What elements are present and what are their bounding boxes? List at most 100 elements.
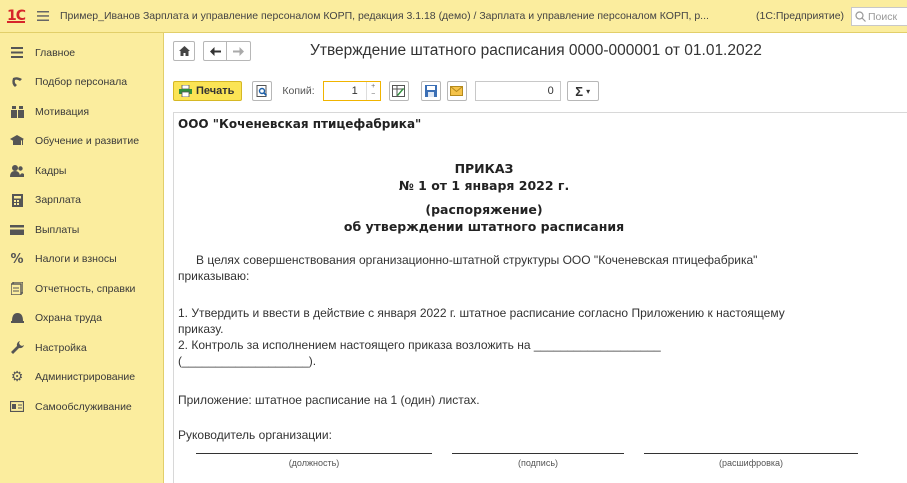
- arrow-left-icon: [209, 46, 221, 56]
- copies-label: Копий:: [282, 85, 315, 97]
- printer-icon: [179, 85, 192, 97]
- sidebar-item-main[interactable]: Главное: [0, 38, 163, 68]
- sidebar-item-label: Подбор персонала: [35, 76, 128, 89]
- position-line: [196, 453, 432, 454]
- save-icon: [424, 85, 437, 97]
- intro-line-2: приказываю:: [178, 269, 250, 283]
- search-input[interactable]: Поиск: [851, 7, 907, 26]
- sidebar-item-motivation[interactable]: Мотивация: [0, 97, 163, 127]
- appendix-note: Приложение: штатное расписание на 1 (оди…: [178, 393, 480, 407]
- item-1-line-2: приказу.: [178, 322, 224, 336]
- home-button[interactable]: [173, 41, 195, 61]
- menu-lines-icon: [9, 45, 25, 61]
- spin-down-icon[interactable]: −: [371, 91, 375, 99]
- sidebar-item-label: Мотивация: [35, 105, 90, 118]
- chevron-down-icon: ▾: [586, 86, 591, 96]
- report-icon: [9, 281, 25, 297]
- spin-up-icon[interactable]: +: [371, 83, 375, 91]
- copies-value: 1: [351, 85, 358, 97]
- sidebar-item-label: Отчетность, справки: [35, 282, 136, 295]
- copies-input[interactable]: 1 + −: [322, 81, 381, 101]
- sum-value: 0: [547, 85, 554, 97]
- spreadsheet-document[interactable]: ООО "Коченевская птицефабрика" ПРИКАЗ № …: [173, 112, 907, 483]
- edit-document-button[interactable]: [388, 81, 409, 101]
- intro-line-1: В целях совершенствования организационно…: [196, 253, 758, 267]
- sigma-icon: Σ: [575, 83, 584, 99]
- search-placeholder: Поиск: [868, 10, 898, 23]
- page-title: Утверждение штатного расписания 0000-000…: [310, 42, 762, 59]
- navigation-bar: [173, 40, 251, 62]
- save-button[interactable]: [420, 81, 441, 101]
- head-label: Руководитель организации:: [178, 428, 332, 442]
- sidebar-item-taxes[interactable]: % Налоги и взносы: [0, 245, 163, 275]
- sidebar-item-training[interactable]: Обучение и развитие: [0, 127, 163, 157]
- order-heading: ПРИКАЗ: [454, 161, 514, 176]
- sidebar: Главное Подбор персонала Мотивация Обуче…: [0, 33, 164, 483]
- copies-spinner[interactable]: + −: [365, 82, 380, 100]
- sidebar-item-safety[interactable]: Охрана труда: [0, 304, 163, 334]
- preview-icon: [256, 85, 268, 97]
- sum-mode-button[interactable]: Σ ▾: [566, 81, 599, 101]
- calculator-icon: [9, 192, 25, 208]
- sidebar-item-settings[interactable]: Настройка: [0, 333, 163, 363]
- sidebar-item-payments[interactable]: Выплаты: [0, 215, 163, 245]
- decoding-caption: (расшифровка): [718, 458, 784, 468]
- hamburger-menu-icon[interactable]: [32, 0, 54, 33]
- sidebar-item-recruitment[interactable]: Подбор персонала: [0, 68, 163, 98]
- wrench-icon: [9, 340, 25, 356]
- recruit-icon: [9, 74, 25, 90]
- sidebar-item-label: Главное: [35, 46, 76, 59]
- sidebar-item-label: Самообслуживание: [35, 400, 132, 413]
- sidebar-item-label: Обучение и развитие: [35, 135, 140, 148]
- item-2-line-2: (___________________).: [178, 354, 317, 368]
- home-icon: [178, 46, 190, 56]
- sidebar-item-label: Кадры: [35, 164, 67, 177]
- envelope-icon: [450, 86, 464, 96]
- percent-icon: %: [10, 251, 24, 267]
- sidebar-item-label: Настройка: [35, 341, 87, 354]
- sidebar-item-administration[interactable]: ⚙ Администрирование: [0, 363, 163, 393]
- graduation-cap-icon: [9, 133, 25, 149]
- print-button[interactable]: Печать: [173, 81, 243, 101]
- order-subheading: (распоряжение): [425, 202, 543, 217]
- window-title: Пример_Иванов Зарплата и управление перс…: [60, 10, 709, 22]
- sum-field[interactable]: 0: [474, 81, 561, 101]
- sidebar-item-hr[interactable]: Кадры: [0, 156, 163, 186]
- gear-icon: ⚙: [10, 369, 24, 386]
- sidebar-item-label: Зарплата: [35, 194, 81, 207]
- item-2-line-1: 2. Контроль за исполнением настоящего пр…: [178, 338, 661, 352]
- id-card-icon: [9, 399, 25, 415]
- order-about: об утверждении штатного расписания: [343, 219, 625, 234]
- sidebar-item-salary[interactable]: Зарплата: [0, 186, 163, 216]
- forward-button[interactable]: [227, 41, 251, 61]
- people-icon: [9, 104, 25, 120]
- sidebar-item-self-service[interactable]: Самообслуживание: [0, 392, 163, 422]
- sidebar-item-label: Охрана труда: [35, 312, 102, 325]
- sidebar-item-label: Выплаты: [35, 223, 80, 236]
- organization-name: ООО "Коченевская птицефабрика": [178, 117, 422, 131]
- staff-icon: [9, 163, 25, 179]
- decoding-line: [644, 453, 858, 454]
- signature-caption: (подпись): [517, 458, 559, 468]
- arrow-right-icon: [233, 46, 244, 56]
- send-email-button[interactable]: [446, 81, 467, 101]
- sidebar-item-reports[interactable]: Отчетность, справки: [0, 274, 163, 304]
- item-1-line-1: 1. Утвердить и ввести в действие с январ…: [178, 306, 785, 320]
- edit-table-icon: [392, 85, 406, 97]
- back-button[interactable]: [203, 41, 227, 61]
- position-caption: (должность): [288, 458, 340, 468]
- order-number: № 1 от 1 января 2022 г.: [398, 178, 570, 193]
- sidebar-item-label: Администрирование: [35, 371, 136, 384]
- app-logo[interactable]: 1С: [0, 0, 32, 33]
- signature-line: [452, 453, 624, 454]
- sidebar-item-label: Налоги и взносы: [35, 253, 117, 266]
- main-panel: Утверждение штатного расписания 0000-000…: [165, 33, 907, 483]
- platform-name: (1С:Предприятие): [756, 10, 845, 22]
- helmet-icon: [9, 310, 25, 326]
- title-bar: 1С Пример_Иванов Зарплата и управление п…: [0, 0, 907, 33]
- search-icon: [855, 11, 866, 22]
- preview-button[interactable]: [252, 81, 273, 101]
- print-button-label: Печать: [196, 85, 235, 97]
- toolbar: Печать Копий: 1 + − 0 Σ ▾: [173, 80, 599, 102]
- payment-icon: [9, 222, 25, 238]
